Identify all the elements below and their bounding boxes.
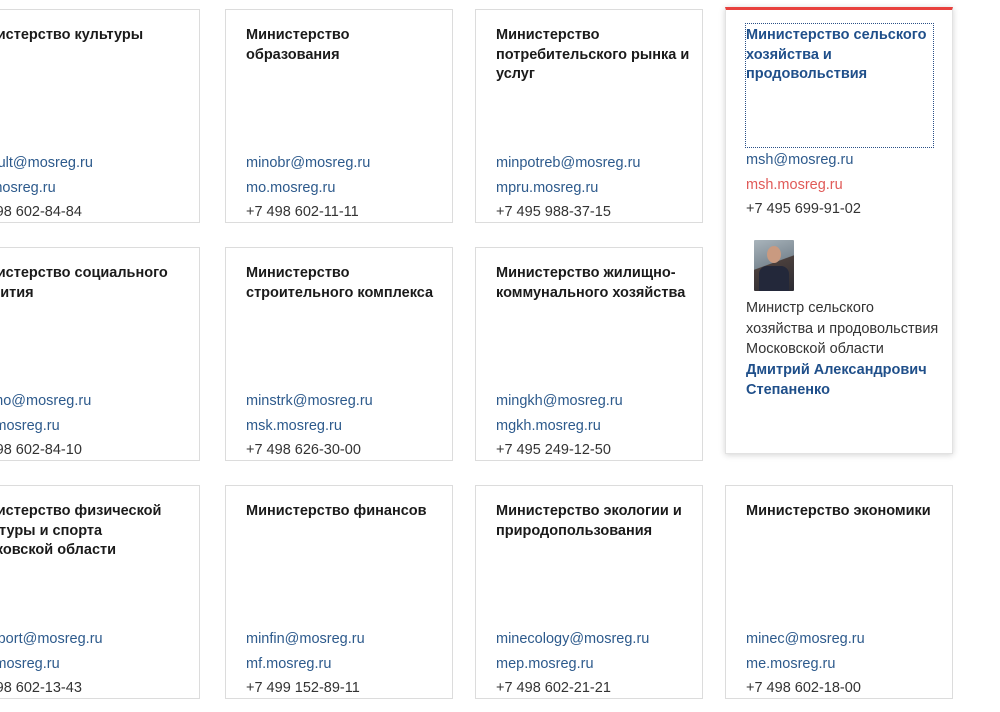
ministry-site-link[interactable]: mpru.mosreg.ru: [496, 176, 692, 201]
ministry-card-construction[interactable]: Министерство строительного комплекса min…: [225, 247, 453, 461]
ministry-site-link[interactable]: mgkh.mosreg.ru: [496, 414, 692, 439]
ministry-email-link[interactable]: minsport@mosreg.ru: [0, 627, 189, 652]
ministry-phone: +7 498 602-13-43: [0, 680, 82, 696]
ministry-email-link[interactable]: minecology@mosreg.ru: [496, 627, 692, 652]
ministry-email-link[interactable]: minobr@mosreg.ru: [246, 151, 442, 176]
ministry-phone: +7 495 988-37-15: [496, 204, 611, 220]
ministry-card-social[interactable]: Министерство социального развития msrmo@…: [0, 247, 200, 461]
ministry-card-economy[interactable]: Министерство экономики minec@mosreg.ru m…: [725, 485, 953, 699]
ministry-name[interactable]: Министерство строительного комплекса: [246, 264, 442, 303]
ministry-site-link[interactable]: msk.mosreg.ru: [246, 414, 442, 439]
ministry-site-link[interactable]: mk.mosreg.ru: [0, 176, 189, 201]
ministry-name[interactable]: Министерство сельского хозяйства и продо…: [746, 26, 942, 85]
ministry-name[interactable]: Министерство финансов: [246, 502, 442, 522]
minister-photo: [754, 240, 794, 291]
ministry-email-link[interactable]: mincult@mosreg.ru: [0, 151, 189, 176]
ministry-phone: +7 495 699-91-02: [746, 201, 861, 217]
ministry-name[interactable]: Министерство экономики: [746, 502, 942, 522]
ministry-site-link[interactable]: msh.mosreg.ru: [746, 173, 942, 198]
ministry-site-link[interactable]: mst.mosreg.ru: [0, 652, 189, 677]
ministry-site-link[interactable]: me.mosreg.ru: [746, 652, 942, 677]
ministry-email-link[interactable]: minec@mosreg.ru: [746, 627, 942, 652]
ministry-email-link[interactable]: minpotreb@mosreg.ru: [496, 151, 692, 176]
ministry-card-finance[interactable]: Министерство финансов minfin@mosreg.ru m…: [225, 485, 453, 699]
ministry-card-agriculture-expanded[interactable]: Министерство сельского хозяйства и продо…: [725, 7, 953, 454]
ministry-name[interactable]: Министерство физической культуры и спорт…: [0, 502, 189, 561]
ministry-site-link[interactable]: mf.mosreg.ru: [246, 652, 442, 677]
ministry-card-consumer-market[interactable]: Министерство потребительского рынка и ус…: [475, 9, 703, 223]
ministry-site-link[interactable]: mo.mosreg.ru: [246, 176, 442, 201]
ministry-phone: +7 495 249-12-50: [496, 442, 611, 458]
ministry-name[interactable]: Министерство экологии и природопользован…: [496, 502, 692, 541]
ministry-name[interactable]: Министерство потребительского рынка и ус…: [496, 26, 692, 85]
ministry-name[interactable]: Министерство культуры: [0, 26, 189, 46]
ministry-card-sport[interactable]: Министерство физической культуры и спорт…: [0, 485, 200, 699]
ministry-phone: +7 498 602-21-21: [496, 680, 611, 696]
ministry-phone: +7 498 626-30-00: [246, 442, 361, 458]
ministry-email-link[interactable]: msrmo@mosreg.ru: [0, 389, 189, 414]
ministry-phone: +7 498 602-84-84: [0, 204, 82, 220]
ministry-phone: +7 498 602-18-00: [746, 680, 861, 696]
ministry-email-link[interactable]: mingkh@mosreg.ru: [496, 389, 692, 414]
ministry-card-ecology[interactable]: Министерство экологии и природопользован…: [475, 485, 703, 699]
ministry-phone: +7 499 152-89-11: [246, 680, 360, 696]
ministry-email-link[interactable]: minfin@mosreg.ru: [246, 627, 442, 652]
minister-title: Министр сельского хозяйства и продовольс…: [746, 300, 939, 357]
ministry-site-link[interactable]: mep.mosreg.ru: [496, 652, 692, 677]
ministry-email-link[interactable]: minstrk@mosreg.ru: [246, 389, 442, 414]
ministry-card-housing[interactable]: Министерство жилищно-коммунального хозяй…: [475, 247, 703, 461]
ministry-name[interactable]: Министерство социального развития: [0, 264, 189, 303]
ministry-name[interactable]: Министерство жилищно-коммунального хозяй…: [496, 264, 692, 303]
minister-block: Министр сельского хозяйства и продовольс…: [746, 240, 942, 401]
ministry-card-culture[interactable]: Министерство культуры mincult@mosreg.ru …: [0, 9, 200, 223]
ministry-email-link[interactable]: msh@mosreg.ru: [746, 148, 942, 173]
ministry-card-education[interactable]: Министерство образования minobr@mosreg.r…: [225, 9, 453, 223]
ministry-phone: +7 498 602-11-11: [246, 204, 359, 220]
ministry-site-link[interactable]: msr.mosreg.ru: [0, 414, 189, 439]
minister-name: Дмитрий Александрович Степаненко: [746, 361, 927, 399]
ministry-name[interactable]: Министерство образования: [246, 26, 442, 65]
ministry-phone: +7 498 602-84-10: [0, 442, 82, 458]
